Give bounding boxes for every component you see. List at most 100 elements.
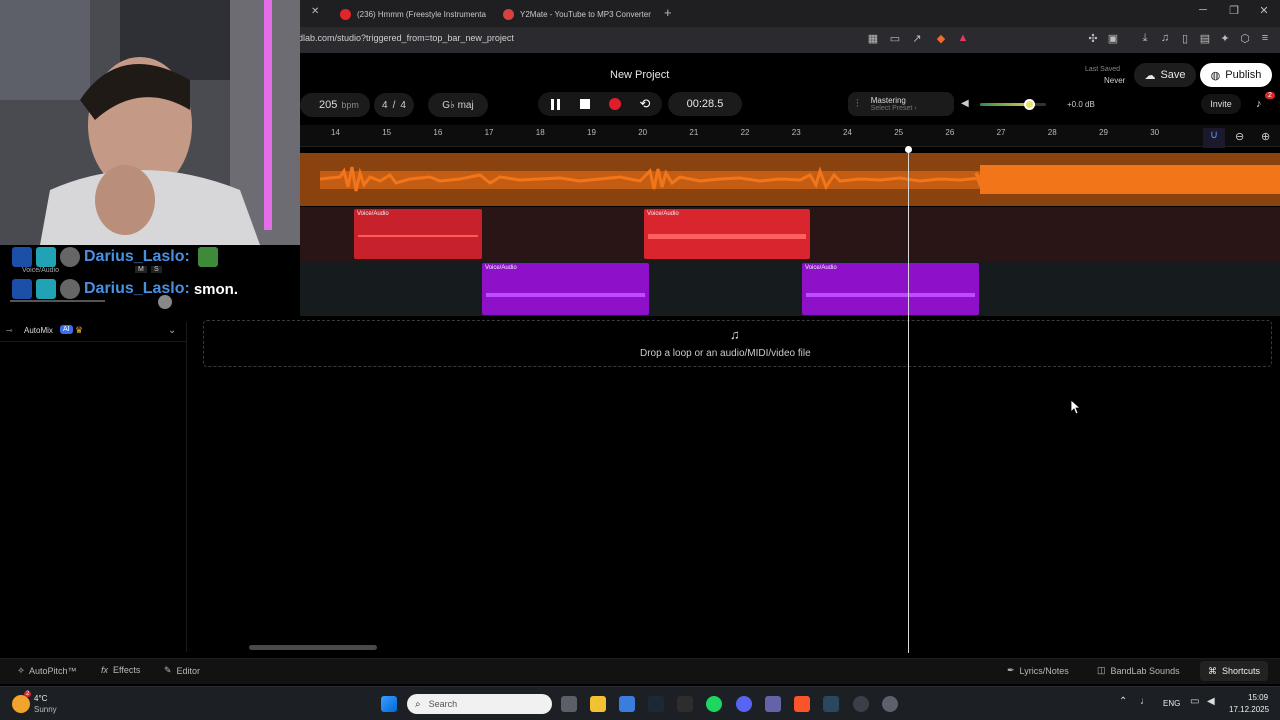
track-2-lane[interactable]: Voice/Audio Voice/Audio (300, 207, 1280, 261)
effects-button[interactable]: fx Effects (101, 665, 140, 675)
drop-zone[interactable]: ♫ Drop a loop or an audio/MIDI/video fil… (203, 320, 1272, 367)
task-view-icon[interactable] (561, 696, 577, 712)
download-icon[interactable]: ⤓ (1138, 32, 1152, 45)
weather-badge: 2 (24, 691, 32, 697)
speaker-mute-icon[interactable]: ◀ (961, 98, 969, 109)
audio-clip[interactable]: Voice/Audio (482, 263, 649, 315)
track-name[interactable]: Voice/Audio (22, 267, 59, 274)
audio-clip[interactable]: Voice/Audio (644, 209, 810, 259)
chevron-up-icon[interactable]: ⌃ (1119, 696, 1127, 707)
audio-clip[interactable]: Voice/Audio (802, 263, 979, 315)
chat-username: Darius_Laslo: (84, 248, 190, 265)
chevron-down-icon[interactable]: ⌄ (168, 325, 176, 336)
ruler-tick: 17 (484, 128, 494, 137)
audio-clip[interactable]: Voice/Audio (354, 209, 482, 259)
network-icon[interactable]: ▭ (1190, 696, 1199, 707)
clock-date[interactable]: 17.12.2025 (1229, 705, 1269, 714)
vpn-icon[interactable]: ⬡ (1238, 32, 1252, 45)
tempo-control[interactable]: 205 bpm (300, 93, 370, 117)
steam-icon[interactable] (648, 696, 664, 712)
epic-games-icon[interactable] (677, 696, 693, 712)
clock-time[interactable]: 15:09 (1248, 693, 1268, 702)
save-button[interactable]: ☁ Save (1134, 63, 1196, 87)
solo-button[interactable]: S (151, 266, 162, 273)
zoom-in-icon[interactable]: ⊕ (1261, 130, 1270, 143)
weather-desc: Sunny (34, 705, 57, 714)
invite-button[interactable]: Invite (1201, 94, 1241, 114)
pause-button[interactable] (543, 93, 567, 115)
brave-icon[interactable] (794, 696, 810, 712)
timeline-ruler[interactable]: 14 15 16 17 18 19 20 21 22 23 24 25 26 27 28 29 30 (300, 125, 1280, 147)
lyrics-notes-button[interactable]: ✒ Lyrics/Notes (1007, 665, 1069, 676)
stop-button[interactable] (573, 93, 597, 115)
key-selector[interactable]: G♭ maj (428, 93, 488, 117)
snap-icon[interactable]: ∪ (1203, 128, 1225, 148)
close-window-button[interactable]: ✕ (1256, 4, 1272, 17)
record-button[interactable] (603, 93, 627, 115)
playhead[interactable] (908, 148, 909, 653)
obs-icon[interactable] (853, 696, 869, 712)
app-icon[interactable] (882, 696, 898, 712)
tab-search-icon[interactable]: ▣ (1106, 32, 1120, 45)
tab-y2mate[interactable]: Y2Mate - YouTube to MP3 Converter (495, 4, 659, 24)
horizontal-scrollbar[interactable] (249, 645, 377, 650)
playhead-handle[interactable] (905, 146, 912, 153)
close-tab-icon[interactable]: ✕ (311, 6, 319, 17)
publish-button[interactable]: ◍ Publish (1200, 63, 1272, 87)
tab-youtube[interactable]: (236) Hmmm (Freestyle Instrumenta (332, 4, 494, 24)
menu-icon[interactable]: ≡ (1258, 32, 1272, 44)
loop-icon[interactable]: ⟲ (633, 93, 657, 115)
cast-icon[interactable]: ▭ (888, 32, 902, 45)
store-icon[interactable] (619, 696, 635, 712)
waveform-orange (300, 153, 1280, 206)
taskbar-search[interactable]: ⌕ Search (407, 694, 552, 714)
microphone-icon[interactable]: ♩ (1140, 696, 1150, 707)
chat-avatar (60, 279, 80, 299)
discord-icon[interactable] (736, 696, 752, 712)
brave-shield-icon[interactable]: ◆ (934, 32, 948, 45)
volume-icon[interactable]: ◀ (1207, 696, 1215, 707)
time-signature[interactable]: 4 / 4 (374, 93, 414, 117)
share-icon[interactable]: ↗ (910, 32, 924, 45)
volume-knob[interactable] (1023, 99, 1035, 110)
mute-button[interactable]: M (135, 266, 147, 273)
automix-row[interactable]: ⊸ AutoMix AI ♛ ⌄ (0, 322, 186, 342)
ruler-tick: 30 (1150, 128, 1160, 137)
chat-message: Darius_Laslo: smon. (12, 279, 238, 299)
new-tab-button[interactable]: + (664, 5, 672, 20)
ruler-tick: 24 (843, 128, 852, 137)
spotify-icon[interactable] (706, 696, 722, 712)
ruler-tick: 14 (331, 128, 340, 137)
bell-icon[interactable]: ♪ (1256, 98, 1262, 110)
reader-icon[interactable]: ▦ (866, 32, 880, 45)
extensions-icon[interactable]: ✣ (1086, 32, 1100, 45)
sidebar-icon[interactable]: ▯ (1178, 32, 1192, 45)
minimize-button[interactable]: ─ (1195, 4, 1211, 16)
track-3-lane[interactable]: Voice/Audio Voice/Audio (300, 261, 1280, 316)
windows-start-icon[interactable] (381, 696, 397, 712)
teams-icon[interactable] (765, 696, 781, 712)
leo-icon[interactable]: ✦ (1218, 32, 1232, 45)
zoom-out-icon[interactable]: ⊖ (1235, 130, 1244, 143)
url-field[interactable]: dlab.com/studio?triggered_from=top_bar_n… (298, 33, 514, 43)
maximize-button[interactable]: ❐ (1226, 4, 1242, 17)
shortcuts-button[interactable]: ⌘ Shortcuts (1200, 661, 1269, 681)
project-title[interactable]: New Project (610, 69, 669, 81)
steam-app-icon[interactable] (823, 696, 839, 712)
time-display: 00:28.5 (668, 92, 742, 116)
weather-sun-icon[interactable] (12, 695, 30, 713)
track-1-lane[interactable] (300, 153, 1280, 206)
brave-rewards-icon[interactable]: ▲ (956, 32, 970, 44)
language-indicator[interactable]: ENG (1163, 699, 1180, 708)
autopitch-button[interactable]: ⟡ AutoPitch™ (18, 665, 76, 676)
editor-button[interactable]: ✎ Editor (164, 665, 200, 676)
track-volume-slider[interactable] (10, 300, 105, 302)
file-explorer-icon[interactable] (590, 696, 606, 712)
music-icon[interactable]: ♫ (1158, 32, 1172, 44)
bandlab-sounds-button[interactable]: ◫ BandLab Sounds (1097, 665, 1180, 676)
mastering-button[interactable]: ⫶ Mastering Select Preset › (848, 92, 954, 116)
notification-badge: 2 (1265, 92, 1275, 99)
ruler-tick: 20 (638, 128, 648, 137)
master-volume-slider[interactable] (980, 103, 1046, 106)
wallet-icon[interactable]: ▤ (1198, 32, 1212, 45)
